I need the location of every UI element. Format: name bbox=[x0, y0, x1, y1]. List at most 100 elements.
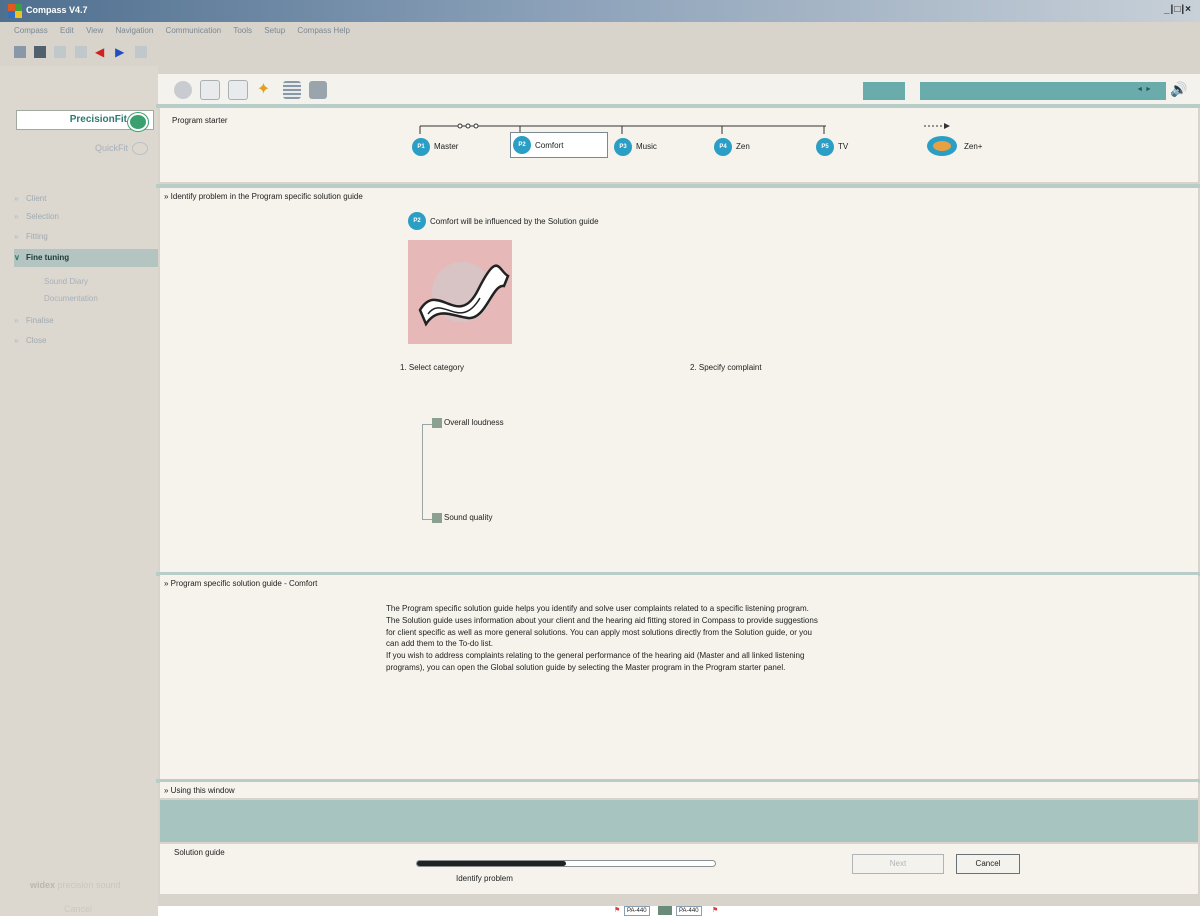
nav-step-fine-tuning[interactable]: ∨ Fine tuning bbox=[14, 249, 158, 267]
next-button[interactable]: Next bbox=[852, 854, 944, 874]
toolbar-icons: ✦ bbox=[174, 80, 333, 100]
progress-fill bbox=[417, 861, 566, 866]
paste-icon[interactable] bbox=[74, 46, 87, 58]
nav-sub-sound-diary[interactable]: Sound Diary bbox=[44, 274, 88, 290]
description-line: The Solution guide uses information abou… bbox=[386, 615, 818, 625]
right-aid-icon: ⚑ bbox=[712, 907, 719, 914]
menu-compass-help[interactable]: Compass Help bbox=[297, 26, 349, 35]
program-badge-icon: P2 bbox=[408, 212, 426, 230]
category-label: Sound quality bbox=[444, 513, 493, 523]
rec-icon[interactable] bbox=[200, 80, 221, 100]
quickfit-label: QuickFit bbox=[94, 143, 128, 153]
using-window-title-text: Using this window bbox=[170, 786, 235, 795]
identify-problem-title: » Identify problem in the Program specif… bbox=[164, 192, 363, 201]
right-speaker-icon[interactable]: ▶ bbox=[115, 46, 127, 58]
main-toolbar: ✦ ◄ ► 🔊 bbox=[158, 74, 1200, 104]
left-aid-status-box[interactable] bbox=[863, 82, 905, 100]
nav-sub-documentation[interactable]: Documentation bbox=[44, 291, 98, 307]
program-badge-icon: P5 bbox=[816, 138, 834, 156]
category-overall-loudness[interactable]: Overall loudness bbox=[432, 418, 504, 428]
program-link-lines bbox=[419, 123, 826, 134]
nav-step-finalise[interactable]: » Finalise bbox=[14, 312, 158, 330]
category-sound-quality[interactable]: Sound quality bbox=[432, 513, 492, 523]
using-window-title: » Using this window bbox=[164, 786, 235, 795]
tree-line bbox=[422, 424, 432, 425]
status-bar: ⚑ PA-440 PA-440 ⚑ bbox=[158, 906, 1200, 916]
cancel-button[interactable]: Cancel bbox=[956, 854, 1020, 874]
speaker-icon[interactable]: 🔊 bbox=[1170, 81, 1190, 99]
menu-view[interactable]: View bbox=[86, 26, 103, 35]
brand-name: widex bbox=[30, 880, 56, 890]
description-line: programs), you can open the Global solut… bbox=[386, 662, 786, 672]
magic-wand-icon[interactable]: ✦ bbox=[257, 81, 275, 99]
folder-icon bbox=[432, 513, 442, 523]
reset-icon[interactable] bbox=[174, 81, 192, 99]
nav-step-selection[interactable]: » Selection bbox=[14, 208, 158, 226]
step-panel-title: Solution guide bbox=[174, 848, 225, 857]
window-controls[interactable]: _|□|× bbox=[1164, 4, 1192, 15]
precisionfit-mode-button[interactable]: PrecisionFit bbox=[16, 110, 154, 131]
copy-icon[interactable] bbox=[54, 46, 67, 58]
precisionfit-swirl-icon bbox=[128, 113, 148, 131]
program-label: Master bbox=[434, 142, 459, 151]
widex-logo: widex precision sound bbox=[30, 880, 121, 890]
brand-tagline: precision sound bbox=[57, 880, 121, 890]
chevron-icon: » bbox=[14, 232, 19, 241]
right-aid-status-box[interactable]: ◄ ► bbox=[920, 82, 1166, 100]
nav-step-fitting[interactable]: » Fitting bbox=[14, 228, 158, 246]
menu-tools[interactable]: Tools bbox=[233, 26, 252, 35]
nav-step-client[interactable]: » Client bbox=[14, 190, 158, 208]
program-comfort[interactable]: P2 Comfort bbox=[510, 132, 608, 158]
using-window-panel[interactable]: » Using this window bbox=[160, 782, 1198, 798]
program-label: Comfort bbox=[535, 141, 564, 150]
program-starter-panel: Program starter P1 Master P2 Comfort P3 … bbox=[160, 108, 1198, 182]
using-window-content bbox=[160, 800, 1198, 842]
program-starter-title: Program starter bbox=[172, 116, 228, 125]
step-select-category: 1. Select category bbox=[400, 363, 465, 372]
nav-cancel[interactable]: Cancel bbox=[64, 904, 92, 914]
tree-line bbox=[422, 519, 432, 520]
solution-guide-title-text: Program specific solution guide - Comfor… bbox=[170, 579, 318, 588]
left-aid-label[interactable]: PA-440 bbox=[624, 906, 650, 916]
menu-setup[interactable]: Setup bbox=[264, 26, 285, 35]
nav-step-label: Fine tuning bbox=[26, 253, 70, 262]
quickfit-mode-button[interactable]: QuickFit bbox=[16, 138, 154, 158]
chevron-icon: » bbox=[14, 194, 19, 203]
hand-icon[interactable] bbox=[309, 81, 328, 99]
menu-navigation[interactable]: Navigation bbox=[116, 26, 154, 35]
info-icon[interactable] bbox=[228, 80, 249, 100]
program-badge-icon: P4 bbox=[714, 138, 732, 156]
help-icon[interactable] bbox=[135, 46, 148, 58]
solution-guide-panel: » Program specific solution guide - Comf… bbox=[160, 575, 1198, 779]
program-badge-icon: P3 bbox=[614, 138, 632, 156]
program-label: Music bbox=[636, 142, 657, 151]
program-label: Zen+ bbox=[964, 142, 983, 151]
program-label: TV bbox=[838, 142, 849, 151]
identify-problem-title-text: Identify problem in the Program specific… bbox=[170, 192, 363, 201]
left-speaker-icon[interactable]: ◀ bbox=[95, 46, 107, 58]
menu-compass[interactable]: Compass bbox=[14, 26, 48, 35]
aid-status-arrows-icon: ◄ ► bbox=[1136, 86, 1152, 93]
left-aid-icon: ⚑ bbox=[614, 907, 621, 914]
chevron-icon: » bbox=[14, 316, 19, 325]
progress-bar bbox=[416, 860, 716, 867]
identify-problem-panel: » Identify problem in the Program specif… bbox=[160, 188, 1198, 572]
solution-guide-description: The Program specific solution guide help… bbox=[386, 603, 946, 674]
menu-communication[interactable]: Communication bbox=[166, 26, 222, 35]
right-aid-label[interactable]: PA-440 bbox=[676, 906, 702, 916]
step-specify-complaint: 2. Specify complaint bbox=[690, 363, 762, 372]
nav-step-close[interactable]: » Close bbox=[14, 332, 158, 350]
title-bar: Compass V4.7 _|□|× bbox=[0, 0, 1200, 22]
progress-label: Identify problem bbox=[456, 874, 513, 883]
solution-guide-illustration bbox=[408, 240, 512, 344]
precisionfit-label: PrecisionFit bbox=[69, 114, 127, 125]
grid-icon[interactable] bbox=[282, 81, 301, 99]
compass-app-icon bbox=[8, 4, 22, 18]
nav-step-label: Fitting bbox=[26, 232, 48, 241]
expanded-chevron-icon: ∨ bbox=[14, 253, 20, 262]
print-icon[interactable] bbox=[34, 46, 47, 58]
menu-edit[interactable]: Edit bbox=[60, 26, 74, 35]
description-line: can add them to the To-do list. bbox=[386, 639, 494, 649]
save-icon[interactable] bbox=[14, 46, 26, 58]
program-label: Zen bbox=[736, 142, 750, 151]
